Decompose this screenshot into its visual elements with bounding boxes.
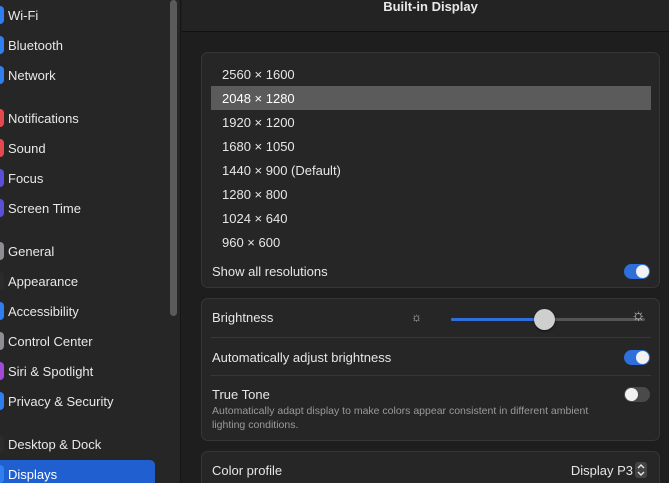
resolution-option[interactable]: 1680 × 1050 bbox=[211, 134, 651, 158]
toggle-knob bbox=[636, 265, 649, 278]
sidebar-item-notifications[interactable]: Notifications bbox=[0, 104, 155, 132]
sidebar-item-label: Sound bbox=[8, 140, 46, 156]
divider bbox=[211, 375, 651, 376]
brightness-slider[interactable] bbox=[451, 309, 645, 330]
sidebar-item-label: Notifications bbox=[8, 110, 79, 126]
color-profile-value[interactable]: Display P3 bbox=[571, 463, 633, 478]
general-icon bbox=[0, 242, 4, 260]
resolution-option-label: 1920 × 1200 bbox=[222, 114, 295, 130]
resolution-option-label: 1024 × 640 bbox=[222, 210, 288, 226]
desktop-dock-icon bbox=[0, 435, 4, 453]
bluetooth-icon bbox=[0, 36, 4, 54]
resolution-option-label: 2048 × 1280 bbox=[222, 90, 295, 106]
control-center-icon bbox=[0, 332, 4, 350]
auto-brightness-label: Automatically adjust brightness bbox=[212, 350, 392, 365]
sun-large-icon: ☼ bbox=[631, 307, 646, 324]
sidebar-item-sound[interactable]: Sound bbox=[0, 134, 155, 162]
accessibility-icon bbox=[0, 302, 4, 320]
sun-small-icon: ☼ bbox=[411, 310, 422, 324]
sidebar-item-wi-fi[interactable]: Wi-Fi bbox=[0, 1, 155, 29]
resolution-card: 2560 × 1600 2048 × 1280 1920 × 1200 1680 × … bbox=[201, 52, 660, 288]
sidebar-item-label: Privacy & Security bbox=[8, 393, 114, 409]
resolution-option-label: 960 × 600 bbox=[222, 234, 281, 250]
resolution-option[interactable]: 1440 × 900 (Default) bbox=[211, 158, 651, 182]
true-tone-toggle[interactable] bbox=[624, 387, 650, 402]
sidebar-item-general[interactable]: General bbox=[0, 237, 155, 265]
sidebar-item-label: Network bbox=[8, 67, 56, 83]
show-all-resolutions-label: Show all resolutions bbox=[212, 264, 328, 279]
screen-time-icon bbox=[0, 199, 4, 217]
main-panel: Built-in Display 2560 × 1600 2048 × 1280 1… bbox=[182, 0, 669, 483]
color-profile-popup-button[interactable] bbox=[635, 462, 647, 478]
resolution-option[interactable]: 960 × 600 bbox=[211, 230, 651, 254]
sidebar-item-label: Wi-Fi bbox=[8, 7, 39, 23]
sidebar-item-label: Siri & Spotlight bbox=[8, 363, 94, 379]
color-profile-card: Color profile Display P3 bbox=[201, 451, 660, 483]
true-tone-description: Automatically adapt display to make colo… bbox=[212, 405, 589, 431]
sidebar-item-network[interactable]: Network bbox=[0, 61, 155, 89]
sidebar-item-appearance[interactable]: Appearance bbox=[0, 267, 155, 295]
sidebar-item-label: Accessibility bbox=[8, 303, 79, 319]
divider bbox=[211, 337, 651, 338]
sidebar-item-privacy-security[interactable]: Privacy & Security bbox=[0, 387, 155, 415]
sound-icon bbox=[0, 139, 4, 157]
resolution-option[interactable]: 2048 × 1280 bbox=[211, 86, 651, 110]
sidebar-item-accessibility[interactable]: Accessibility bbox=[0, 297, 155, 325]
resolution-option[interactable]: 2560 × 1600 bbox=[211, 62, 651, 86]
brightness-slider-knob[interactable] bbox=[534, 309, 556, 330]
sidebar-scrollbar[interactable] bbox=[170, 0, 177, 316]
title-bar: Built-in Display bbox=[182, 0, 669, 32]
sidebar-item-label: Screen Time bbox=[8, 200, 81, 216]
resolution-option-label: 1680 × 1050 bbox=[222, 138, 295, 154]
appearance-icon bbox=[0, 272, 4, 290]
chevron-up-down-icon bbox=[637, 464, 645, 476]
sidebar-item-label: Appearance bbox=[8, 273, 79, 289]
toggle-knob bbox=[636, 351, 649, 364]
brightness-slider-fill bbox=[451, 318, 545, 321]
resolution-option-label: 2560 × 1600 bbox=[222, 66, 295, 82]
sidebar-item-label: Bluetooth bbox=[8, 37, 63, 53]
sidebar-item-label: Control Center bbox=[8, 333, 93, 349]
displays-icon bbox=[0, 465, 4, 483]
sidebar-item-label: Displays bbox=[8, 466, 58, 482]
focus-icon bbox=[0, 169, 4, 187]
sidebar-item-desktop-dock[interactable]: Desktop & Dock bbox=[0, 430, 155, 458]
toggle-knob bbox=[625, 388, 638, 401]
sidebar-item-focus[interactable]: Focus bbox=[0, 164, 155, 192]
sidebar-item-label: General bbox=[8, 243, 55, 259]
resolution-option[interactable]: 1920 × 1200 bbox=[211, 110, 651, 134]
sidebar-item-label: Desktop & Dock bbox=[8, 436, 102, 452]
notifications-icon bbox=[0, 109, 4, 127]
siri-icon bbox=[0, 362, 4, 380]
show-all-resolutions-toggle[interactable] bbox=[624, 264, 650, 279]
brightness-label: Brightness bbox=[212, 310, 274, 325]
sidebar: Wi-Fi Bluetooth Network Notifications Sound F… bbox=[0, 0, 181, 483]
auto-brightness-toggle[interactable] bbox=[624, 350, 650, 365]
wifi-icon bbox=[0, 6, 4, 24]
resolution-option-label: 1440 × 900 (Default) bbox=[222, 162, 341, 178]
brightness-card: Brightness ☼ ☼ Automatically adjust brig… bbox=[201, 298, 660, 441]
resolution-option[interactable]: 1024 × 640 bbox=[211, 206, 651, 230]
sidebar-item-siri-spotlight[interactable]: Siri & Spotlight bbox=[0, 357, 155, 385]
true-tone-label: True Tone bbox=[212, 387, 270, 402]
network-icon bbox=[0, 66, 4, 84]
color-profile-label: Color profile bbox=[212, 463, 283, 478]
page-title: Built-in Display bbox=[383, 0, 478, 14]
sidebar-item-displays[interactable]: Displays bbox=[0, 460, 155, 483]
resolution-option[interactable]: 1280 × 800 bbox=[211, 182, 651, 206]
sidebar-item-control-center[interactable]: Control Center bbox=[0, 327, 155, 355]
sidebar-item-bluetooth[interactable]: Bluetooth bbox=[0, 31, 155, 59]
resolution-option-label: 1280 × 800 bbox=[222, 186, 288, 202]
privacy-icon bbox=[0, 392, 4, 410]
sidebar-item-screen-time[interactable]: Screen Time bbox=[0, 194, 155, 222]
sidebar-item-label: Focus bbox=[8, 170, 44, 186]
